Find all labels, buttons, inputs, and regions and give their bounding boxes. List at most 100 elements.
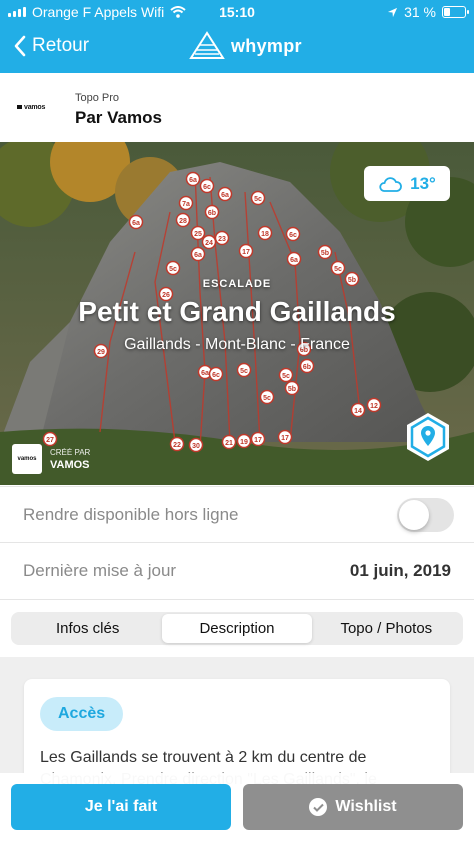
route-marker-label: 6c <box>203 184 211 191</box>
app-header: Orange F Appels Wifi 15:10 31 % Retour w… <box>0 0 474 73</box>
route-marker-label: 25 <box>194 231 202 238</box>
route-marker-label: 19 <box>240 439 248 446</box>
creator-caption: CRÉÉ PAR <box>50 447 91 457</box>
tab-description[interactable]: Description <box>162 614 312 643</box>
offline-toggle[interactable] <box>397 498 454 532</box>
route-marker-label: 5c <box>263 395 271 402</box>
weather-badge[interactable]: 13° <box>364 166 450 201</box>
creator-name: VAMOS <box>50 458 90 471</box>
route-marker-label: 6a <box>194 252 202 259</box>
mountain-logo-icon <box>189 31 225 59</box>
route-marker: 5c <box>259 389 275 405</box>
wishlist-button[interactable]: Wishlist <box>243 784 463 830</box>
route-marker-label: 22 <box>173 442 181 449</box>
vamos-logo: vamos <box>17 100 51 114</box>
route-marker-label: 27 <box>46 437 54 444</box>
route-marker-label: 6b <box>303 364 311 371</box>
check-icon <box>309 798 328 816</box>
route-marker: 5c <box>250 190 266 206</box>
route-marker: 24 <box>201 234 217 250</box>
brand-wordmark: whympr <box>231 35 302 56</box>
route-marker: 21 <box>221 434 237 450</box>
temperature: 13° <box>410 173 436 193</box>
route-marker: 7a <box>178 195 194 211</box>
route-marker-label: 5b <box>288 386 296 393</box>
activity-category: ESCALADE <box>202 278 272 290</box>
vamos-logo-text: vamos <box>24 103 46 111</box>
route-marker: 6c <box>285 226 301 242</box>
route-marker-label: 17 <box>281 435 289 442</box>
route-marker: 5b <box>317 244 333 260</box>
route-marker-label: 17 <box>242 249 250 256</box>
last-update-label: Dernière mise à jour <box>23 561 177 580</box>
tab-infos-cles[interactable]: Infos clés <box>13 614 162 643</box>
route-marker-label: 6a <box>221 192 229 199</box>
route-marker: 6a <box>185 171 201 187</box>
route-marker: 17 <box>238 243 254 259</box>
segmented-control-bar: Infos clés Description Topo / Photos <box>0 600 474 657</box>
route-marker-label: 6b <box>208 210 216 217</box>
hero-image: 6a 6c 6a 5c 7a 28 6b 6a 25 24 23 6a 18 6c 17 5b 5c 6a 5c 5b… <box>0 142 474 485</box>
route-marker: 12 <box>366 397 382 413</box>
route-marker: 6a <box>286 251 302 267</box>
back-label: Retour <box>32 35 90 56</box>
tab-topo-photos[interactable]: Topo / Photos <box>312 614 461 643</box>
route-marker: 30 <box>188 437 204 453</box>
route-marker-label: 6c <box>289 232 297 239</box>
route-marker-label: 17 <box>254 437 262 444</box>
route-marker: 23 <box>214 230 230 246</box>
route-marker-label: 5c <box>240 368 248 375</box>
route-marker-label: 23 <box>218 236 226 243</box>
status-bar: Orange F Appels Wifi 15:10 31 % <box>0 0 474 24</box>
route-marker-label: 5c <box>254 196 262 203</box>
map-location-button[interactable] <box>404 411 452 463</box>
route-marker-label: 21 <box>225 440 233 447</box>
route-marker-label: 5c <box>282 373 290 380</box>
route-marker-label: 7a <box>182 201 190 208</box>
route-marker: 18 <box>257 225 273 241</box>
done-button[interactable]: Je l'ai fait <box>11 784 231 830</box>
offline-label: Rendre disponible hors ligne <box>23 505 239 524</box>
last-update-row: Dernière mise à jour 01 juin, 2019 <box>0 543 474 600</box>
creator-logo: vamos <box>12 444 42 474</box>
route-marker-label: 6a <box>290 257 298 264</box>
offline-row: Rendre disponible hors ligne <box>0 486 474 543</box>
route-marker: 17 <box>277 429 293 445</box>
cloud-icon <box>379 176 403 192</box>
toggle-knob <box>399 500 429 530</box>
route-marker-label: 24 <box>205 240 213 247</box>
route-marker-label: 28 <box>179 218 187 225</box>
route-marker: 6a <box>128 214 144 230</box>
route-marker: 19 <box>236 433 252 449</box>
route-marker-label: 18 <box>261 231 269 238</box>
route-marker: 22 <box>169 436 185 452</box>
battery-icon <box>442 6 469 18</box>
route-marker-label: 12 <box>370 403 378 410</box>
done-label: Je l'ai fait <box>84 798 158 815</box>
route-marker-label: 5b <box>321 250 329 257</box>
section-pill-acces: Accès <box>40 697 124 731</box>
route-marker: 5c <box>278 367 294 383</box>
battery-fill <box>444 8 450 16</box>
nav-bar: Retour whympr <box>0 24 474 73</box>
chevron-left-icon <box>14 35 26 57</box>
route-marker: 5b <box>284 380 300 396</box>
route-marker-label: 5c <box>334 266 342 273</box>
segmented-control: Infos clés Description Topo / Photos <box>11 612 463 645</box>
route-marker-label: 6a <box>189 177 197 184</box>
route-marker: 6c <box>208 366 224 382</box>
route-marker: 6a <box>217 186 233 202</box>
route-marker: 28 <box>175 212 191 228</box>
route-marker: 5c <box>165 260 181 276</box>
last-update-value: 01 juin, 2019 <box>349 561 451 580</box>
location-arrow-icon <box>387 7 398 17</box>
creator-badge[interactable]: vamos CRÉÉ PAR VAMOS <box>12 444 90 474</box>
route-marker: 6a <box>190 246 206 262</box>
route-marker-label: 5c <box>169 266 177 273</box>
author-name: Par Vamos <box>75 108 162 127</box>
route-marker: 5c <box>236 362 252 378</box>
back-button[interactable]: Retour <box>12 34 89 58</box>
author-subtitle: Topo Pro <box>75 92 120 104</box>
bottom-action-bar: Je l'ai fait Wishlist <box>0 773 474 842</box>
author-row[interactable]: vamos Topo Pro Par Vamos <box>0 73 474 142</box>
